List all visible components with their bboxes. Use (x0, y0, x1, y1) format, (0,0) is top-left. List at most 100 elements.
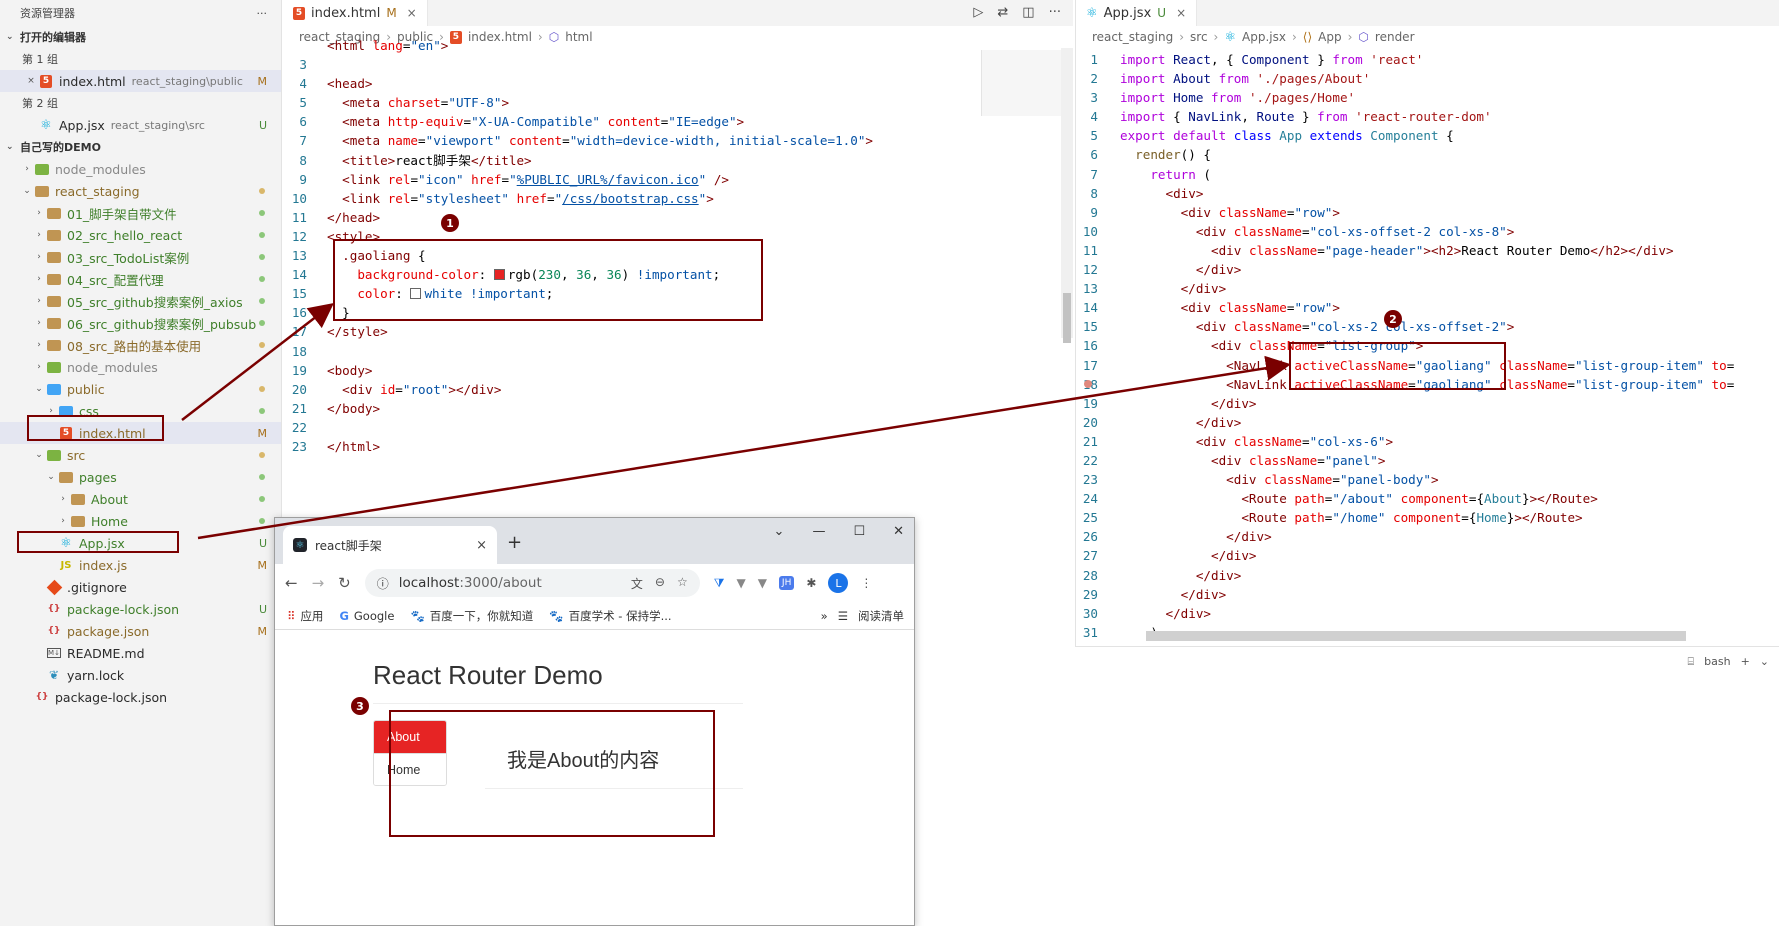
info-icon[interactable]: ⓘ (377, 575, 389, 592)
tree-item[interactable]: › 04_src_配置代理 (0, 268, 281, 290)
code-line[interactable]: 25 <Route path="/home" component={Home}>… (1076, 508, 1779, 527)
code-line[interactable]: 9 <link rel="icon" href="%PUBLIC_URL%/fa… (283, 170, 1073, 189)
zoom-icon[interactable]: ⊖ (655, 575, 665, 592)
code-line[interactable]: 3 import Home from './pages/Home' (1076, 88, 1779, 107)
tree-item[interactable]: {} package-lock.json U (0, 598, 281, 620)
close-icon[interactable]: × (476, 538, 487, 553)
code-line[interactable]: 20 </div> (1076, 413, 1779, 432)
reading-list-button[interactable]: 阅读清单 (858, 608, 904, 624)
code-line[interactable]: 18 (283, 342, 1073, 361)
code-line[interactable]: 22 (283, 418, 1073, 437)
tree-item[interactable]: {} package.json M (0, 620, 281, 642)
tree-item[interactable]: M↓ README.md (0, 642, 281, 664)
bookmark-star-icon[interactable]: ☆ (677, 575, 688, 592)
new-tab-button[interactable]: + (507, 532, 522, 553)
open-editor-app-jsx[interactable]: ⚛ App.jsx react_staging\src U (0, 114, 281, 136)
code-line[interactable]: 23 </html> (283, 437, 1073, 456)
code-line[interactable]: 23 <div className="panel-body"> (1076, 470, 1779, 489)
code-line[interactable]: 3 (283, 55, 1073, 74)
tree-item[interactable]: › 06_src_github搜索案例_pubsub (0, 312, 281, 334)
code-line[interactable]: 9 <div className="row"> (1076, 203, 1779, 222)
code-line[interactable]: 14 <div className="row"> (1076, 298, 1779, 317)
breakpoint-dot[interactable] (1084, 380, 1092, 388)
close-icon[interactable]: × (24, 76, 38, 86)
code-line[interactable]: 5 <meta charset="UTF-8"> (283, 93, 1073, 112)
code-line[interactable]: 7 return ( (1076, 165, 1779, 184)
code-line[interactable]: 27 </div> (1076, 546, 1779, 565)
tree-item[interactable]: › node_modules (0, 158, 281, 180)
tree-item[interactable]: ⌄ src (0, 444, 281, 466)
compare-icon[interactable]: ⇄ (997, 5, 1008, 20)
code-line[interactable]: 21 </body> (283, 399, 1073, 418)
tree-item[interactable]: › 03_src_TodoList案例 (0, 246, 281, 268)
code-line[interactable]: 20 <div id="root"></div> (283, 380, 1073, 399)
tree-item[interactable]: › 02_src_hello_react (0, 224, 281, 246)
code-line[interactable]: 1 import React, { Component } from 'react… (1076, 50, 1779, 69)
tree-item[interactable]: › 08_src_路由的基本使用 (0, 334, 281, 356)
code-line[interactable]: 12 </div> (1076, 260, 1779, 279)
avatar[interactable]: L (828, 573, 849, 593)
open-editors-section[interactable]: ⌄ 打开的编辑器 (0, 26, 281, 48)
code-line[interactable]: 22 <div className="panel"> (1076, 451, 1779, 470)
code-line[interactable]: 8 <title>react脚手架</title> (283, 151, 1073, 170)
more-actions-icon[interactable]: ··· (1049, 5, 1061, 20)
vertical-scrollbar[interactable] (1061, 48, 1073, 343)
tree-item[interactable]: JS index.js M (0, 554, 281, 576)
code-line[interactable]: 19 </div> (1076, 394, 1779, 413)
tree-item[interactable]: › 01_脚手架自带文件 (0, 202, 281, 224)
code-line[interactable]: 4 import { NavLink, Route } from 'react-r… (1076, 107, 1779, 126)
terminal-shell-label[interactable]: bash (1704, 655, 1730, 669)
puzzle-icon[interactable]: ✱ (806, 576, 816, 590)
split-editor-icon[interactable]: ◫ (1022, 5, 1034, 20)
vue-devtools-icon[interactable]: ▼ (758, 576, 767, 590)
code-line[interactable]: 21 <div className="col-xs-6"> (1076, 432, 1779, 451)
code-line[interactable]: 26 </div> (1076, 527, 1779, 546)
address-bar[interactable]: ⓘ localhost:3000/about 文 ⊖ ☆ (364, 569, 700, 597)
minimap[interactable] (981, 50, 1061, 116)
tree-item[interactable]: ⌄ react_staging (0, 180, 281, 202)
tree-item[interactable]: ⌄ public (0, 378, 281, 400)
code-line[interactable]: 19 <body> (283, 361, 1073, 380)
code-line[interactable]: 6 <meta http-equiv="X-UA-Compatible" con… (283, 112, 1073, 131)
open-editor-index-html[interactable]: × 5 index.html react_staging\public M (0, 70, 281, 92)
tree-item[interactable]: › node_modules (0, 356, 281, 378)
tree-item[interactable]: {} package-lock.json (0, 686, 281, 708)
tree-item[interactable]: › About (0, 488, 281, 510)
tree-item[interactable]: › 05_src_github搜索案例_axios (0, 290, 281, 312)
tab-index-html[interactable]: 5 index.html M × (283, 0, 428, 26)
code-line[interactable]: 28 </div> (1076, 566, 1779, 585)
code-line[interactable]: 8 <div> (1076, 184, 1779, 203)
bookmark-baidu[interactable]: 🐾 百度一下，你就知道 (410, 608, 533, 624)
menu-icon[interactable]: ⋮ (860, 576, 872, 590)
add-terminal-button[interactable]: + (1741, 655, 1750, 669)
scrollbar-thumb[interactable] (1063, 293, 1071, 343)
bookmark-apps[interactable]: ⠿ 应用 (287, 608, 323, 624)
jh-extension-icon[interactable]: JH (778, 576, 795, 590)
code-line[interactable]: 5 export default class App extends Compon… (1076, 126, 1779, 145)
code-line[interactable]: 29 </div> (1076, 585, 1779, 604)
code-line[interactable]: 2 import About from './pages/About' (1076, 69, 1779, 88)
bookmark-google[interactable]: G Google (339, 609, 394, 623)
code-line[interactable]: 13 </div> (1076, 279, 1779, 298)
close-icon[interactable]: × (407, 6, 417, 20)
code-line[interactable]: 6 render() { (1076, 145, 1779, 164)
overflow-chevron-icon[interactable]: » (821, 609, 828, 623)
browser-tab[interactable]: ⚛ react脚手架 × (283, 526, 497, 564)
minimize-icon[interactable]: — (812, 524, 825, 539)
close-icon[interactable]: ✕ (893, 524, 904, 539)
code-line[interactable]: 4 <head> (283, 74, 1073, 93)
maximize-icon[interactable]: ☐ (853, 524, 865, 539)
chevron-down-icon[interactable]: ⌄ (1760, 655, 1769, 669)
bookmark-baidu-scholar[interactable]: 🐾 百度学术 - 保持学... (549, 608, 671, 624)
vue-devtools-icon[interactable]: ▼ (736, 576, 745, 590)
tree-item[interactable]: ❦ yarn.lock (0, 664, 281, 686)
back-icon[interactable]: ← (285, 574, 298, 592)
code-line[interactable]: 10 <div className="col-xs-offset-2 col-x… (1076, 222, 1779, 241)
chevron-down-icon[interactable]: ⌄ (774, 524, 785, 539)
code-line[interactable]: 24 <Route path="/about" component={About… (1076, 489, 1779, 508)
code-line[interactable]: 15 <div className="col-xs-2 col-xs-offse… (1076, 317, 1779, 336)
code-line[interactable]: 11 </head> (283, 208, 1073, 227)
code-line[interactable]: 30 </div> (1076, 604, 1779, 623)
code-line[interactable]: 17 </style> (283, 322, 1073, 341)
run-icon[interactable]: ▷ (973, 5, 983, 20)
